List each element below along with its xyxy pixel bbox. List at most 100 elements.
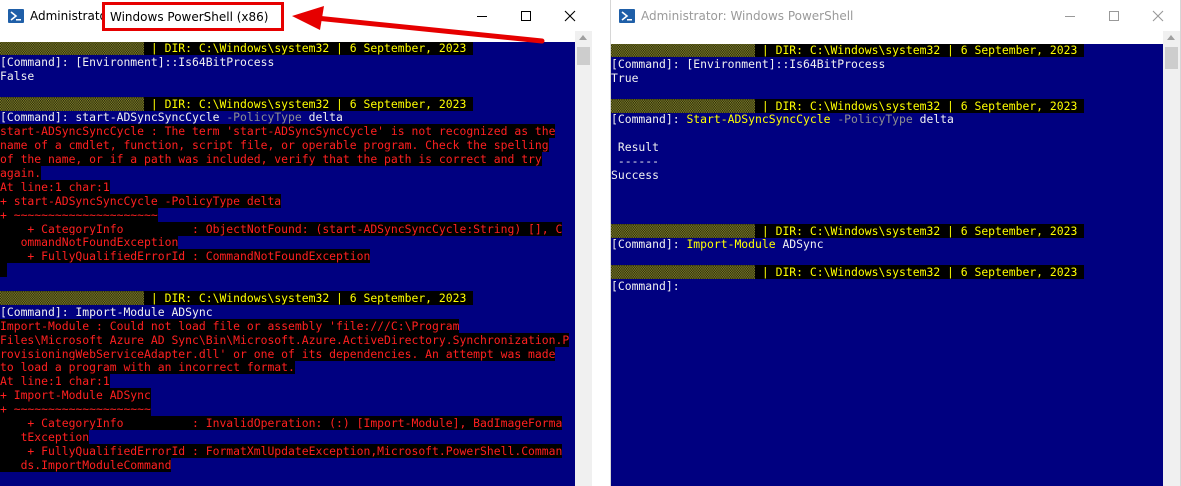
console-text: + CategoryInfo : ObjectNotFound: (start-… [0, 221, 563, 236]
console-line: + ~~~~~~~~~~~~~~~~~~~~~ [0, 207, 575, 223]
console-line: + ~~~~~~~~~~~~~~~~~~~~ [0, 402, 575, 417]
window-title-prefix: Administrator [30, 8, 112, 23]
console-text: Import-Module : Could not load file or a… [0, 318, 460, 333]
console-line: [Command]: [611, 279, 1163, 294]
redacted-username: ▒▒▒▒▒▒▒▒▒▒▒▒▒▒▒▒▒▒▒▒▒ [0, 291, 145, 306]
console-text: [Command]: [Environment]::Is64BitProcess [611, 56, 886, 71]
prompt-text: | DIR: C:\Windows\system32 | 6 September… [755, 265, 1085, 280]
console-text: name of a cmdlet, function, script file,… [0, 138, 549, 153]
console-line: + start-ADSyncSyncCycle -PolicyType delt… [0, 193, 575, 209]
powershell-icon [8, 8, 24, 23]
console-line: + FullyQualifiedErrorId : FormatXmlUpdat… [0, 443, 575, 459]
scroll-thumb[interactable] [577, 47, 590, 65]
console-text: + FullyQualifiedErrorId : CommandNotFoun… [0, 249, 371, 264]
console-text: + CategoryInfo : InvalidOperation: (:) [… [0, 416, 563, 431]
console-text: tException [0, 429, 90, 444]
console-line: + FullyQualifiedErrorId : CommandNotFoun… [0, 249, 575, 264]
close-icon [564, 10, 576, 21]
console-text: + Import-Module ADSync [0, 388, 151, 403]
highlighted-window-title: Windows PowerShell (x86) [102, 2, 284, 31]
prompt-text: | DIR: C:\Windows\system32 | 6 September… [755, 223, 1085, 238]
console-line: [Command]: [Environment]::Is64BitProcess [0, 54, 575, 70]
console-text: again. [0, 166, 42, 181]
scroll-up-icon[interactable] [579, 35, 587, 40]
console-line: ▒▒▒▒▒▒▒▒▒▒▒▒▒▒▒▒▒▒▒▒▒ | DIR: C:\Windows\… [0, 96, 575, 112]
console-text: [Command]: start-ADSyncSyncCycle [0, 110, 227, 125]
console-line: ▒▒▒▒▒▒▒▒▒▒▒▒▒▒▒▒▒▒▒▒▒ | DIR: C:\Windows\… [0, 42, 575, 56]
console-line: start-ADSyncSyncCycle : The term 'start-… [0, 124, 575, 139]
console-line: to load a program with an incorrect form… [0, 360, 575, 375]
redacted-username: ▒▒▒▒▒▒▒▒▒▒▒▒▒▒▒▒▒▒▒▒▒ [611, 98, 756, 113]
console-text: Files\Microsoft Azure AD Sync\Bin\Micros… [0, 332, 570, 347]
minimize-button[interactable] [460, 0, 504, 31]
powershell-x64-window[interactable]: Administrator: Windows PowerShell ▒▒▒▒▒▒… [610, 0, 1181, 486]
console-line: Files\Microsoft Azure AD Sync\Bin\Micros… [0, 332, 575, 348]
scroll-up-icon[interactable] [1167, 35, 1175, 40]
maximize-button[interactable] [504, 0, 548, 31]
window-title-app: Windows PowerShell (x86) [110, 9, 269, 24]
maximize-button[interactable] [1092, 0, 1136, 31]
console-line: [Command]: Start-ADSyncSyncCycle -Policy… [611, 113, 1163, 127]
console-line: ▒▒▒▒▒▒▒▒▒▒▒▒▒▒▒▒▒▒▒▒▒ | DIR: C:\Windows\… [611, 98, 1163, 114]
vertical-scrollbar[interactable] [575, 31, 592, 486]
console-text: -PolicyType [226, 110, 302, 125]
console-line: ▒▒▒▒▒▒▒▒▒▒▒▒▒▒▒▒▒▒▒▒▒ | DIR: C:\Windows\… [611, 223, 1163, 239]
console-text [0, 263, 7, 278]
prompt-text: | DIR: C:\Windows\system32 | 6 September… [755, 44, 1085, 57]
console-output[interactable]: ▒▒▒▒▒▒▒▒▒▒▒▒▒▒▒▒▒▒▒▒▒ | DIR: C:\Windows\… [0, 42, 575, 486]
prompt-text: | DIR: C:\Windows\system32 | 6 September… [144, 291, 474, 306]
close-button[interactable] [548, 0, 592, 31]
console-line: tException [0, 429, 575, 445]
console-text: + FullyQualifiedErrorId : FormatXmlUpdat… [0, 443, 563, 458]
redacted-username: ▒▒▒▒▒▒▒▒▒▒▒▒▒▒▒▒▒▒▒▒▒ [611, 265, 756, 280]
prompt-text: | DIR: C:\Windows\system32 | 6 September… [144, 96, 474, 111]
prompt-text: | DIR: C:\Windows\system32 | 6 September… [755, 98, 1085, 113]
console-line: + CategoryInfo : ObjectNotFound: (start-… [0, 221, 575, 237]
console-line: ------ [611, 154, 1163, 169]
console-line: again. [0, 166, 575, 181]
console-text: [Command]: Import-Module ADSync [0, 304, 213, 319]
console-line: Result [611, 140, 1163, 155]
console-line: + CategoryInfo : InvalidOperation: (:) [… [0, 416, 575, 431]
powershell-icon [619, 8, 635, 23]
minimize-icon [477, 15, 487, 17]
console-line: True [611, 71, 1163, 86]
console-line: ▒▒▒▒▒▒▒▒▒▒▒▒▒▒▒▒▒▒▒▒▒ | DIR: C:\Windows\… [611, 265, 1163, 280]
redacted-username: ▒▒▒▒▒▒▒▒▒▒▒▒▒▒▒▒▒▒▒▒▒ [611, 223, 756, 238]
console-text: ------ [611, 154, 660, 169]
minimize-button[interactable] [1048, 0, 1092, 31]
console-line [0, 263, 575, 278]
console-text: [Command]: [611, 237, 687, 252]
console-text: of the name, or if a path was included, … [0, 152, 542, 167]
console-line: rovisioningWebServiceAdapter.dll' or one… [0, 346, 575, 362]
maximize-icon [1109, 10, 1119, 21]
console-text: At line:1 char:1 [0, 179, 110, 194]
console-line: of the name, or if a path was included, … [0, 152, 575, 167]
console-text: [Command]: [Environment]::Is64BitProcess [0, 54, 275, 69]
console-line: [Command]: [Environment]::Is64BitProcess [611, 56, 1163, 72]
console-text: At line:1 char:1 [0, 374, 110, 389]
scroll-thumb[interactable] [1165, 47, 1178, 69]
vertical-scrollbar[interactable] [1163, 31, 1180, 486]
console-text: delta [912, 112, 954, 127]
console-text: Import-Module [686, 237, 776, 252]
close-button[interactable] [1136, 0, 1180, 31]
console-line: + Import-Module ADSync [0, 388, 575, 403]
console-text: ds.ImportModuleCommand [0, 457, 172, 472]
redacted-username: ▒▒▒▒▒▒▒▒▒▒▒▒▒▒▒▒▒▒▒▒▒ [0, 42, 145, 55]
console-text: [Command]: [611, 112, 687, 127]
console-line: ds.ImportModuleCommand [0, 457, 575, 473]
console-line: False [0, 69, 575, 84]
console-text: ADSync [775, 237, 824, 252]
prompt-text: | DIR: C:\Windows\system32 | 6 September… [144, 42, 474, 55]
console-text: + ~~~~~~~~~~~~~~~~~~~~ [0, 402, 151, 417]
minimize-icon [1065, 15, 1075, 17]
console-output[interactable]: ▒▒▒▒▒▒▒▒▒▒▒▒▒▒▒▒▒▒▒▒▒ | DIR: C:\Windows\… [611, 44, 1163, 486]
powershell-x86-window[interactable]: Administrator Windows PowerShell (x86) ▒… [0, 0, 592, 486]
